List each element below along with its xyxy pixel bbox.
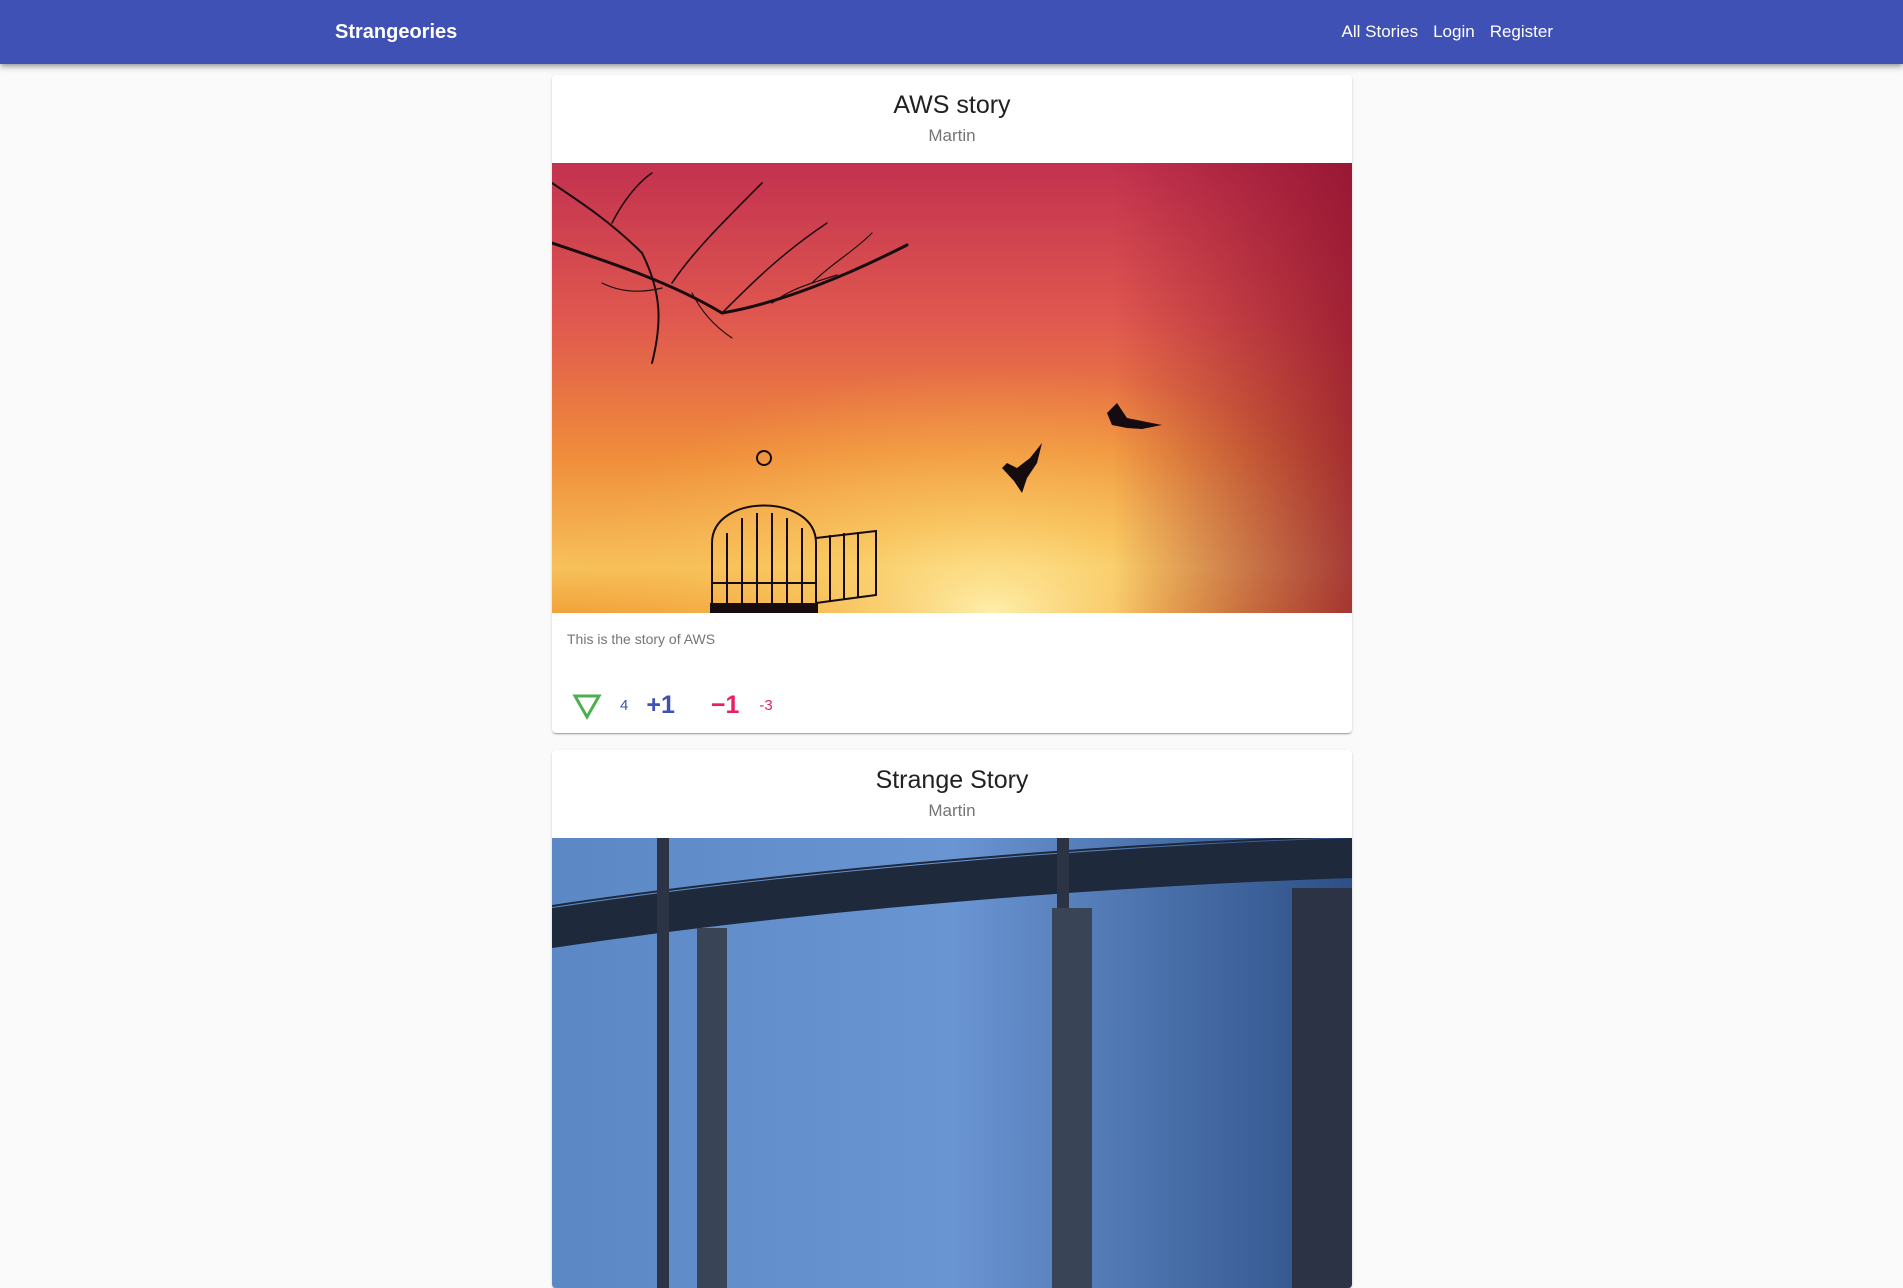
downvote-count: -3 — [759, 696, 773, 714]
nav-login[interactable]: Login — [1433, 22, 1475, 42]
story-score: 4 — [620, 696, 629, 714]
nav-register[interactable]: Register — [1490, 22, 1553, 42]
story-title: Strange Story — [875, 766, 1029, 794]
story-author: Martin — [928, 126, 976, 145]
top-toolbar: Strangeories All Stories Login Register — [0, 0, 1903, 64]
card-header: AWS story Martin — [552, 75, 1352, 163]
triangle-down-outline-icon[interactable] — [572, 690, 602, 720]
story-description: This is the story of AWS — [567, 631, 716, 647]
story-card: AWS story Martin This is the story of AW… — [552, 75, 1352, 733]
story-card: Strange Story Martin — [552, 750, 1352, 1288]
upvote-button[interactable]: +1 — [646, 691, 675, 720]
story-title: AWS story — [893, 91, 1011, 119]
brand-link[interactable]: Strangeories — [335, 0, 457, 64]
card-header: Strange Story Martin — [552, 750, 1352, 838]
nav-all-stories[interactable]: All Stories — [1342, 22, 1419, 42]
main-nav: All Stories Login Register — [1327, 0, 1553, 64]
story-image — [552, 163, 1352, 613]
card-actions: 4 +1 −1 -3 — [552, 677, 1352, 733]
downvote-button[interactable]: −1 — [711, 691, 740, 720]
story-image — [552, 838, 1352, 1288]
story-author: Martin — [928, 801, 976, 820]
